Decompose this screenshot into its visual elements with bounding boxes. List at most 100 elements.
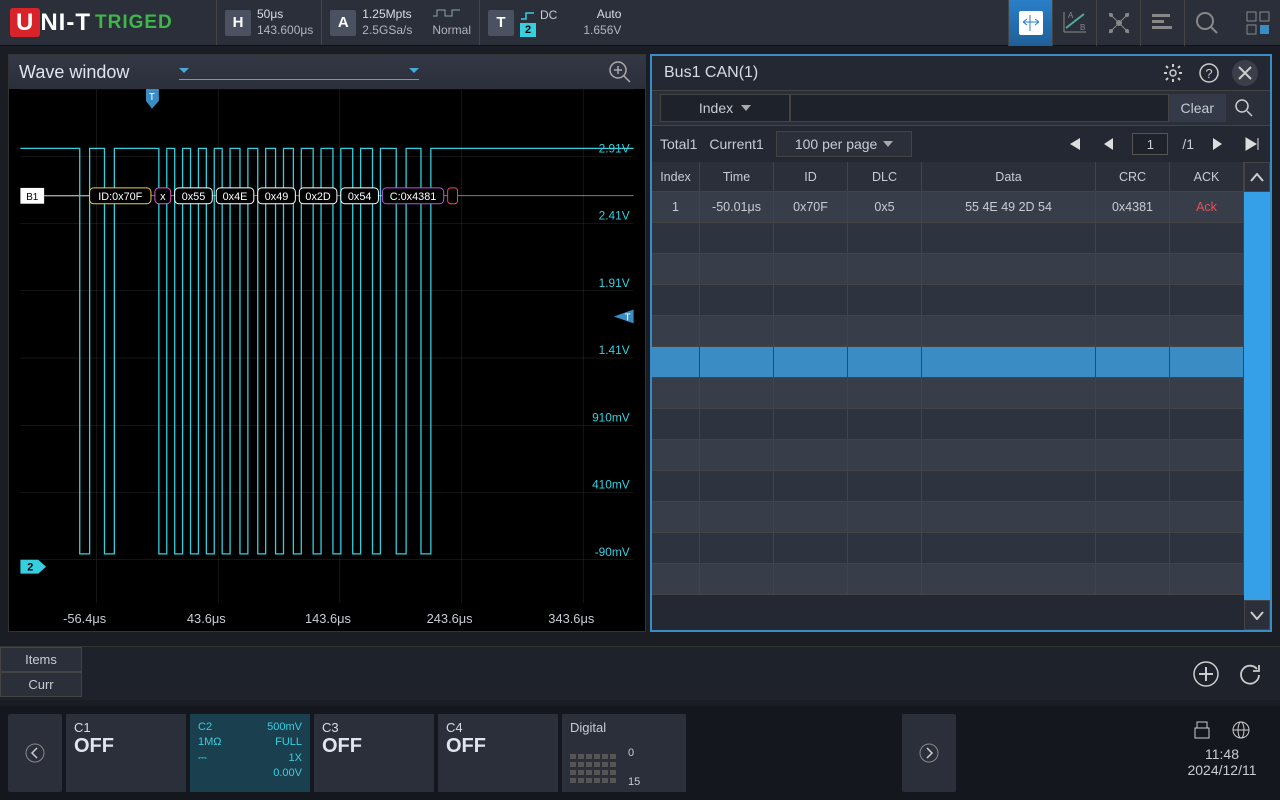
- first-page-icon[interactable]: [1064, 134, 1084, 154]
- svg-text:2: 2: [27, 562, 33, 574]
- svg-text:ID:0x70F: ID:0x70F: [98, 191, 142, 203]
- page-input[interactable]: 1: [1132, 133, 1168, 155]
- svg-text:0x4E: 0x4E: [223, 191, 248, 203]
- trigger-segment[interactable]: T DC 2 Auto 1.656V: [479, 0, 629, 45]
- ch2-waveform: [20, 148, 633, 554]
- svg-text:1.91V: 1.91V: [599, 276, 630, 290]
- trigger-level-marker[interactable]: T: [614, 310, 634, 324]
- gear-icon[interactable]: [1160, 60, 1186, 86]
- channel-c2-box[interactable]: C2500mV 1MΩFULL ⎓1X 0.00V: [190, 714, 310, 792]
- clock-box[interactable]: 11:48 2024/12/11: [1172, 714, 1272, 792]
- clock-time: 11:48: [1172, 746, 1272, 762]
- logo: UUNI-TNI-T TRIGED: [0, 0, 216, 45]
- perpage-select[interactable]: 100 per page: [776, 131, 913, 157]
- col-ack[interactable]: ACK: [1170, 162, 1244, 192]
- table-row[interactable]: [652, 254, 1244, 285]
- trigger-coupling: DC: [540, 8, 557, 24]
- apps-icon[interactable]: [1236, 0, 1280, 45]
- current-label: Current1: [709, 136, 763, 152]
- col-dlc[interactable]: DLC: [848, 162, 922, 192]
- table-scrollbar[interactable]: [1244, 162, 1270, 630]
- mem-depth-value: 1.25Mpts: [362, 7, 412, 23]
- clear-button[interactable]: Clear: [1169, 94, 1226, 122]
- table-row[interactable]: [652, 223, 1244, 254]
- channel-c4-box[interactable]: C4 OFF: [438, 714, 558, 792]
- col-data[interactable]: Data: [922, 162, 1096, 192]
- add-measurement-icon[interactable]: [1190, 658, 1222, 690]
- trigger-status: TRIGED: [95, 12, 173, 34]
- scroll-down-icon[interactable]: [1244, 600, 1270, 630]
- decoder-title: Bus1 CAN(1): [664, 64, 758, 82]
- wave-dropdown[interactable]: [179, 64, 419, 80]
- svg-text:C:0x4381: C:0x4381: [390, 191, 437, 203]
- col-id[interactable]: ID: [774, 162, 848, 192]
- cursor-tool-icon[interactable]: [1008, 0, 1052, 46]
- xy-tool-icon[interactable]: AB: [1052, 0, 1096, 46]
- bars-tool-icon[interactable]: [1140, 0, 1184, 46]
- last-page-icon[interactable]: [1242, 134, 1262, 154]
- trigger-position-marker[interactable]: T: [146, 89, 159, 109]
- top-toolbar: UUNI-TNI-T TRIGED H 50μs 143.600μs A 1.2…: [0, 0, 1280, 46]
- svg-text:910mV: 910mV: [592, 410, 630, 424]
- filter-search-icon[interactable]: [1226, 94, 1262, 122]
- svg-text:43.6μs: 43.6μs: [187, 611, 226, 626]
- next-page-icon[interactable]: [1208, 134, 1228, 154]
- filter-field-select[interactable]: Index: [660, 94, 790, 122]
- ch2-ground-marker[interactable]: 2: [20, 560, 46, 574]
- table-row[interactable]: [652, 564, 1244, 595]
- col-crc[interactable]: CRC: [1096, 162, 1170, 192]
- page-total: /1: [1182, 136, 1194, 152]
- table-row[interactable]: [652, 471, 1244, 502]
- svg-text:x: x: [160, 191, 166, 203]
- close-icon[interactable]: [1232, 60, 1258, 86]
- svg-text:B1: B1: [26, 192, 39, 203]
- trigger-source-badge: 2: [520, 23, 536, 37]
- svg-text:?: ?: [1205, 66, 1212, 81]
- table-row[interactable]: [652, 316, 1244, 347]
- decode-table: Index Time ID DLC Data CRC ACK 1 -50.01μ…: [652, 162, 1244, 630]
- trigger-mode: Auto: [583, 7, 621, 23]
- horizontal-segment[interactable]: H 50μs 143.600μs: [216, 0, 321, 45]
- measurement-bar: Items Curr: [0, 646, 1280, 700]
- scroll-channels-left-icon[interactable]: [8, 714, 62, 792]
- svg-text:0x55: 0x55: [182, 191, 206, 203]
- h-badge: H: [225, 10, 251, 36]
- svg-text:143.6μs: 143.6μs: [305, 611, 351, 626]
- svg-text:2.41V: 2.41V: [599, 209, 630, 223]
- col-index[interactable]: Index: [652, 162, 700, 192]
- col-time[interactable]: Time: [700, 162, 774, 192]
- prev-page-icon[interactable]: [1098, 134, 1118, 154]
- table-row[interactable]: [652, 533, 1244, 564]
- tab-curr[interactable]: Curr: [0, 672, 82, 697]
- table-row[interactable]: [652, 409, 1244, 440]
- waveform-panel: Wave window T T 2 B1: [8, 54, 646, 632]
- waveform-graticule[interactable]: T T 2 B1 ID:0x70F x 0x55 0x4E 0x: [9, 89, 645, 631]
- svg-text:-90mV: -90mV: [595, 545, 630, 559]
- acquisition-segment[interactable]: A 1.25Mpts 2.5GSa/s Normal: [321, 0, 479, 45]
- filter-input[interactable]: [790, 94, 1169, 122]
- brand-text: UUNI-TNI-T: [10, 9, 91, 37]
- svg-text:B: B: [1080, 23, 1085, 32]
- refresh-icon[interactable]: [1234, 658, 1266, 690]
- scroll-up-icon[interactable]: [1244, 162, 1270, 192]
- table-row[interactable]: 1 -50.01μs 0x70F 0x5 55 4E 49 2D 54 0x43…: [652, 192, 1244, 223]
- table-row[interactable]: [652, 378, 1244, 409]
- decoder-panel: Bus1 CAN(1) ? Index Clear Total1 Current…: [650, 54, 1272, 632]
- digital-grid-icon: [570, 750, 620, 786]
- reticle-tool-icon[interactable]: [1096, 0, 1140, 46]
- tab-items[interactable]: Items: [0, 647, 82, 672]
- table-row[interactable]: [652, 285, 1244, 316]
- scroll-channels-right-icon[interactable]: [902, 714, 956, 792]
- search-tool-icon[interactable]: [1184, 0, 1228, 46]
- channel-footer: C1 OFF C2500mV 1MΩFULL ⎓1X 0.00V C3 OFF …: [0, 706, 1280, 800]
- table-row[interactable]: [652, 502, 1244, 533]
- zoom-icon[interactable]: [605, 57, 635, 87]
- channel-c3-box[interactable]: C3 OFF: [314, 714, 434, 792]
- digital-channels-box[interactable]: Digital 015: [562, 714, 686, 792]
- table-row-selected[interactable]: [652, 347, 1244, 378]
- help-icon[interactable]: ?: [1196, 60, 1222, 86]
- channel-c1-box[interactable]: C1 OFF: [66, 714, 186, 792]
- sample-rate-value: 2.5GSa/s: [362, 23, 412, 39]
- a-badge: A: [330, 10, 356, 36]
- table-row[interactable]: [652, 440, 1244, 471]
